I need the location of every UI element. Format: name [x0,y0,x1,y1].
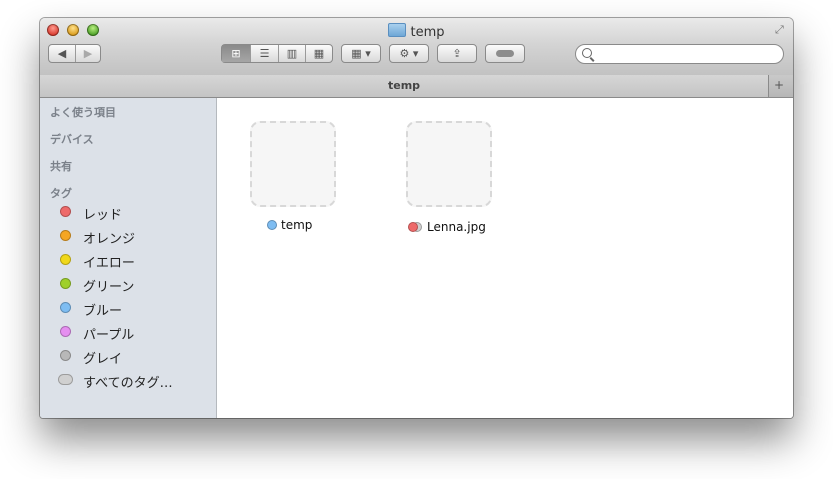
file-browser-content: temp Lenna.jpg [217,98,793,418]
file-name[interactable]: temp [267,218,312,232]
grid-arrange-icon: ▦ [351,47,362,60]
view-mode-control: ⊞ ☰ ▥ ▦ [221,44,333,63]
sidebar-item-label: オレンジ [83,232,136,247]
arrange-button[interactable]: ▦ ▾ [341,44,381,63]
column-view-icon: ▥ [286,47,298,60]
window-title-label: temp [410,25,445,40]
chevron-down-icon: ▾ [412,47,419,60]
sidebar-item-label: グレイ [83,352,123,367]
image-thumbnail[interactable] [406,121,492,207]
tab-bar: temp + [40,75,793,98]
tab-label: temp [387,79,421,92]
tag-color-dot [58,374,73,385]
plus-icon[interactable]: + [771,78,787,93]
sidebar: よく使う項目 デバイス 共有 タグ レッド オレンジ イエロー グリーン ブルー… [40,98,217,418]
tag-color-dot [60,230,71,241]
share-icon: ⇪ [452,47,462,60]
sidebar-section-favorites[interactable]: よく使う項目 [50,104,116,120]
search-icon [582,48,592,58]
tag-color-dot [60,326,71,337]
action-button[interactable]: ⚙ ▾ [389,44,429,63]
tag-color-dot [408,222,418,232]
finder-window: temp ⤢ ◀ ▶ ⊞ ☰ ▥ ▦ ▦ ▾ ⚙ ▾ ⇪ temp + よく使う… [40,18,793,418]
search-input[interactable] [596,46,780,63]
back-button[interactable]: ◀ [49,45,75,62]
tag-color-dot [60,206,71,217]
chevron-right-icon: ▶ [83,47,93,60]
icon-view-icon: ⊞ [231,47,241,60]
sidebar-section-tags[interactable]: タグ [50,185,72,201]
back-forward-control: ◀ ▶ [48,44,101,63]
sidebar-item-label: すべてのタグ… [83,376,173,391]
title-bar: temp ⤢ ◀ ▶ ⊞ ☰ ▥ ▦ ▦ ▾ ⚙ ▾ ⇪ [40,18,793,76]
sidebar-item-label: レッド [83,208,123,223]
chevron-down-icon: ▾ [365,47,371,60]
forward-button[interactable]: ▶ [75,45,100,62]
chevron-left-icon: ◀ [57,47,67,60]
gear-icon: ⚙ [399,47,410,60]
list-view-button[interactable]: ☰ [250,45,278,62]
file-name[interactable]: Lenna.jpg [408,220,486,234]
tag-icon [496,50,514,57]
share-button[interactable]: ⇪ [437,44,477,63]
tag-color-dot [60,302,71,313]
fullscreen-icon[interactable]: ⤢ [775,24,787,36]
window-title: temp [40,23,793,40]
folder-thumbnail[interactable] [250,121,336,207]
list-view-icon: ☰ [259,47,270,60]
sidebar-item-label: グリーン [83,280,135,295]
tag-color-dot [60,278,71,289]
sidebar-item-label: ブルー [83,304,123,319]
icon-view-button[interactable]: ⊞ [222,45,250,62]
coverflow-view-icon: ▦ [313,47,325,60]
tag-color-dot [60,254,71,265]
column-view-button[interactable]: ▥ [278,45,305,62]
tab-temp[interactable]: temp [40,75,769,97]
coverflow-view-button[interactable]: ▦ [305,45,332,62]
tags-button[interactable] [485,44,525,63]
folder-icon [388,23,407,37]
sidebar-section-shared[interactable]: 共有 [50,158,72,174]
sidebar-section-devices[interactable]: デバイス [50,131,94,147]
sidebar-item-label: パープル [83,328,135,343]
tag-color-dot [60,350,71,361]
tag-color-dot [267,220,277,230]
search-field[interactable] [575,44,784,64]
sidebar-item-label: イエロー [83,256,135,271]
